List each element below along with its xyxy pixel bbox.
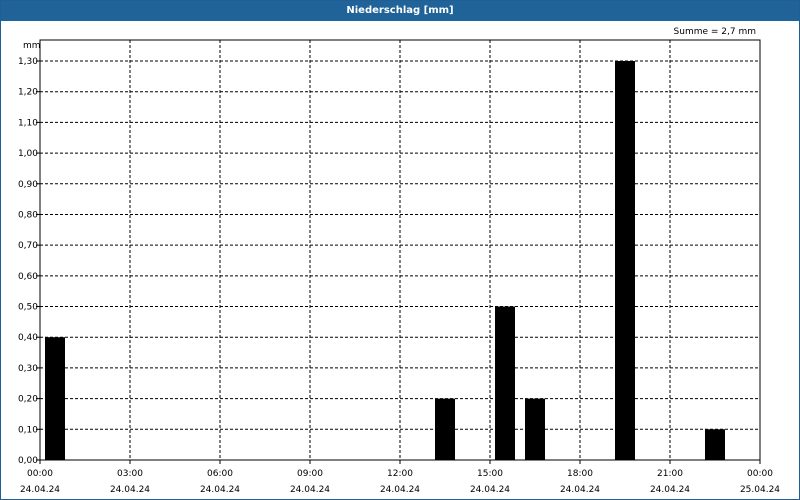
y-tick-label: 0,00 [18, 456, 38, 466]
y-axis-label: mm [23, 41, 41, 51]
y-tick-label: 0,40 [18, 333, 38, 343]
x-tick-time-label: 00:00 [27, 469, 53, 479]
precipitation-bar [435, 398, 455, 460]
y-tick-label: 1,20 [18, 88, 38, 98]
y-tick-label: 0,60 [18, 272, 38, 282]
x-tick-labels: 00:00 24.04.24 03:00 24.04.24 06:00 24.04.24 0… [20, 469, 780, 495]
y-tick-label: 0,70 [18, 241, 38, 251]
x-tick-time-label: 21:00 [657, 469, 683, 479]
y-tick-label: 0,90 [18, 180, 38, 190]
x-tick-time-label: 12:00 [387, 469, 413, 479]
x-tick-time-label: 15:00 [477, 469, 503, 479]
precipitation-bar [495, 306, 515, 460]
chart-axes [36, 39, 761, 464]
x-tick-date-label: 25.04.24 [740, 485, 780, 495]
y-tick-label: 0,50 [18, 303, 38, 313]
y-tick-label: 1,10 [18, 118, 38, 128]
y-tick-label: 0,20 [18, 395, 38, 405]
y-tick-label: 0,80 [18, 210, 38, 220]
x-tick-date-label: 24.04.24 [380, 485, 420, 495]
chart-grid [40, 40, 760, 460]
x-tick-date-label: 24.04.24 [20, 485, 60, 495]
y-tick-label: 1,00 [18, 149, 38, 159]
precipitation-bar [525, 398, 545, 460]
y-tick-labels: 0,00 0,10 0,20 0,30 0,40 0,50 0,60 0,70 0,80 0,90… [18, 57, 38, 466]
x-tick-time-label: 09:00 [297, 469, 323, 479]
x-tick-time-label: 18:00 [567, 469, 593, 479]
chart-bars [45, 61, 725, 460]
x-tick-date-label: 24.04.24 [110, 485, 150, 495]
sum-label: Summe = 2,7 mm [674, 27, 756, 37]
x-tick-date-label: 24.04.24 [200, 485, 240, 495]
y-tick-label: 0,10 [18, 425, 38, 435]
x-tick-date-label: 24.04.24 [650, 485, 690, 495]
x-tick-time-label: 06:00 [207, 469, 233, 479]
x-tick-date-label: 24.04.24 [560, 485, 600, 495]
x-tick-time-label: 00:00 [747, 469, 773, 479]
x-tick-time-label: 03:00 [117, 469, 143, 479]
x-tick-date-label: 24.04.24 [290, 485, 330, 495]
y-tick-label: 1,30 [18, 57, 38, 67]
x-tick-date-label: 24.04.24 [470, 485, 510, 495]
y-tick-label: 0,30 [18, 364, 38, 374]
precipitation-bar [705, 429, 725, 460]
precipitation-chart: 0,00 0,10 0,20 0,30 0,40 0,50 0,60 0,70 0,80 0,90… [18, 27, 780, 495]
precipitation-bar [615, 61, 635, 460]
precipitation-bar [45, 337, 65, 460]
